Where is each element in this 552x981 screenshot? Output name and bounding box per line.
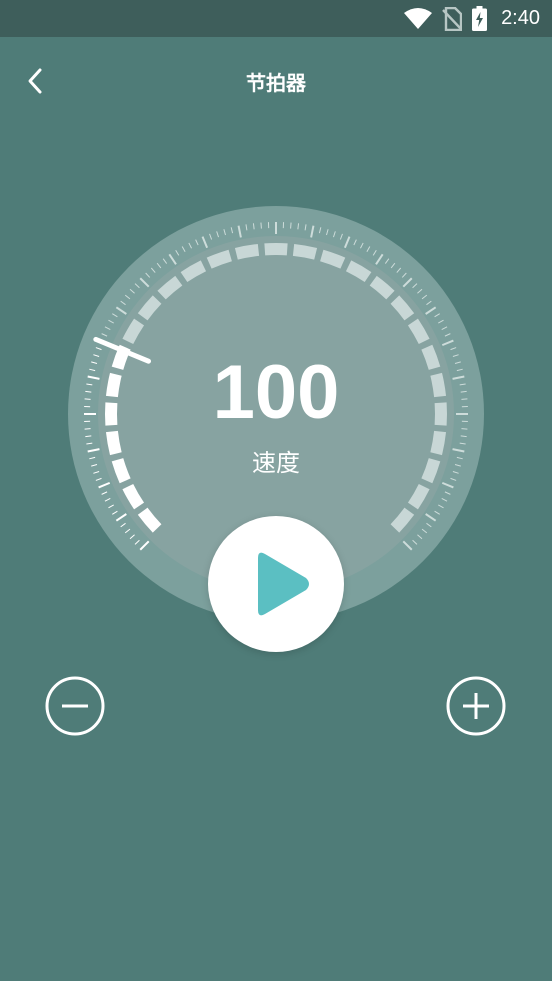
tempo-value: 100 bbox=[212, 350, 340, 435]
status-time: 2:40 bbox=[501, 7, 540, 29]
decrease-tempo-button[interactable] bbox=[45, 676, 105, 736]
wifi-icon bbox=[404, 7, 433, 29]
page-title: 节拍器 bbox=[246, 71, 306, 95]
dial-segment bbox=[234, 243, 260, 260]
app-bar: 节拍器 bbox=[0, 37, 552, 123]
dial-minor-tick bbox=[252, 223, 255, 230]
dial-minor-tick bbox=[297, 223, 300, 230]
no-sim-icon bbox=[442, 6, 463, 31]
dial-segment bbox=[206, 249, 232, 269]
tempo-label: 速度 bbox=[252, 449, 300, 477]
increase-tempo-button[interactable] bbox=[446, 676, 506, 736]
play-button[interactable] bbox=[208, 516, 344, 652]
dial-segment bbox=[292, 243, 318, 260]
minus-circle-icon bbox=[45, 676, 105, 736]
dial-segment bbox=[320, 249, 346, 269]
status-bar: 2:40 bbox=[0, 0, 552, 37]
battery-charging-icon bbox=[472, 6, 488, 31]
play-icon bbox=[258, 552, 309, 616]
plus-circle-icon bbox=[446, 676, 506, 736]
